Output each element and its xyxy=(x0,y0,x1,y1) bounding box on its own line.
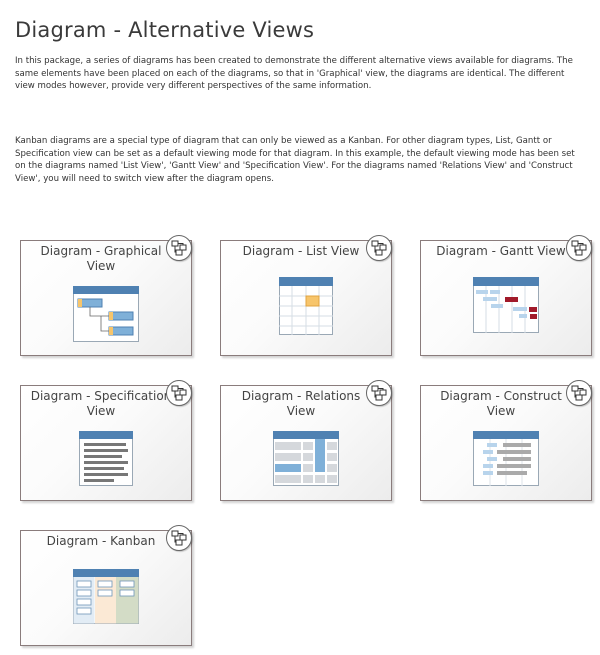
diagram-tile-relations-view[interactable]: Diagram - Relations View xyxy=(220,380,392,501)
diagram-tile-specification-view[interactable]: Diagram - Specification View xyxy=(20,380,192,501)
tile-label: Diagram - List View xyxy=(242,244,360,258)
diagram-link-icon[interactable] xyxy=(366,380,392,406)
page-title: Diagram - Alternative Views xyxy=(15,18,315,42)
diagram-tile-list-view[interactable]: Diagram - List View xyxy=(220,235,392,356)
construct-view-icon xyxy=(473,431,539,486)
diagram-link-icon[interactable] xyxy=(566,235,592,261)
graphical-view-icon xyxy=(73,286,139,342)
relations-view-icon xyxy=(273,431,339,486)
list-view-icon xyxy=(279,277,333,335)
diagram-tile-gantt-view[interactable]: Diagram - Gantt View xyxy=(420,235,592,356)
diagram-tile-construct-view[interactable]: Diagram - Construct View xyxy=(420,380,592,501)
kanban-note-paragraph: Kanban diagrams are a special type of di… xyxy=(15,136,575,185)
diagram-link-icon[interactable] xyxy=(166,525,192,551)
diagram-tile-kanban[interactable]: Diagram - Kanban xyxy=(20,525,192,646)
diagram-link-icon[interactable] xyxy=(566,380,592,406)
tile-label: Diagram - Kanban xyxy=(46,534,156,548)
tile-label: Diagram - Specification View xyxy=(30,389,172,418)
tile-label: Diagram - Relations View xyxy=(241,389,361,418)
diagram-link-icon[interactable] xyxy=(166,380,192,406)
intro-paragraph: In this package, a series of diagrams ha… xyxy=(15,56,573,92)
tile-label: Diagram - Gantt View xyxy=(436,244,566,258)
gantt-view-icon xyxy=(473,277,539,333)
specification-view-icon xyxy=(79,431,133,486)
diagram-link-icon[interactable] xyxy=(366,235,392,261)
diagram-tile-graphical-view[interactable]: Diagram - Graphical View xyxy=(20,235,192,356)
tile-label: Diagram - Graphical View xyxy=(40,244,162,273)
kanban-view-icon xyxy=(73,569,139,624)
tile-label: Diagram - Construct View xyxy=(440,389,562,418)
diagram-link-icon[interactable] xyxy=(166,235,192,261)
